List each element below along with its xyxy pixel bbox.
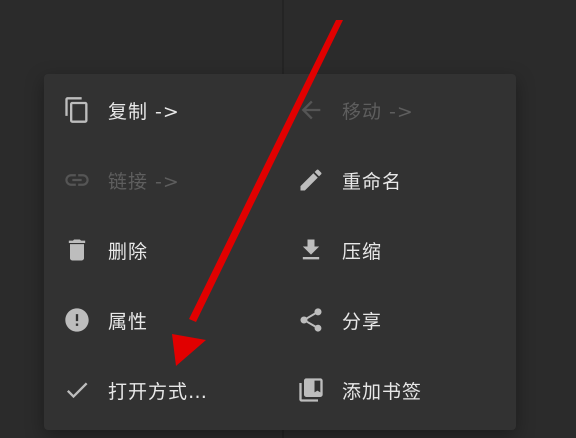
check-icon — [62, 375, 92, 405]
menu-item-copy-label: 复制 -> — [108, 100, 180, 123]
download-icon — [296, 235, 326, 265]
menu-item-compress-label: 压缩 — [342, 240, 383, 263]
menu-item-properties-label: 属性 — [108, 310, 149, 333]
menu-item-share-label: 分享 — [342, 310, 383, 333]
menu-item-delete[interactable]: 删除 — [62, 226, 148, 274]
menu-item-delete-label: 删除 — [108, 240, 149, 263]
menu-item-compress[interactable]: 压缩 — [296, 226, 382, 274]
menu-item-copy[interactable]: 复制 -> — [62, 86, 180, 134]
bookmark-icon — [296, 375, 326, 405]
menu-item-open-with[interactable]: 打开方式… — [62, 366, 208, 414]
share-icon — [296, 305, 326, 335]
menu-item-open-with-label: 打开方式… — [108, 380, 209, 403]
context-menu: 复制 -> 移动 -> 链接 -> 重命名 删除 压缩 属性 分享 打开方式… … — [44, 74, 516, 430]
menu-item-rename-label: 重命名 — [342, 170, 403, 193]
menu-item-link-label: 链接 -> — [108, 170, 180, 193]
menu-item-move[interactable]: 移动 -> — [296, 86, 414, 134]
pencil-icon — [296, 165, 326, 195]
menu-item-add-bookmark-label: 添加书签 — [342, 380, 423, 403]
menu-item-add-bookmark[interactable]: 添加书签 — [296, 366, 422, 414]
move-icon — [296, 95, 326, 125]
trash-icon — [62, 235, 92, 265]
menu-item-rename[interactable]: 重命名 — [296, 156, 402, 204]
info-icon — [62, 305, 92, 335]
link-icon — [62, 165, 92, 195]
copy-icon — [62, 95, 92, 125]
menu-item-link[interactable]: 链接 -> — [62, 156, 180, 204]
menu-item-move-label: 移动 -> — [342, 100, 414, 123]
menu-item-properties[interactable]: 属性 — [62, 296, 148, 344]
menu-item-share[interactable]: 分享 — [296, 296, 382, 344]
